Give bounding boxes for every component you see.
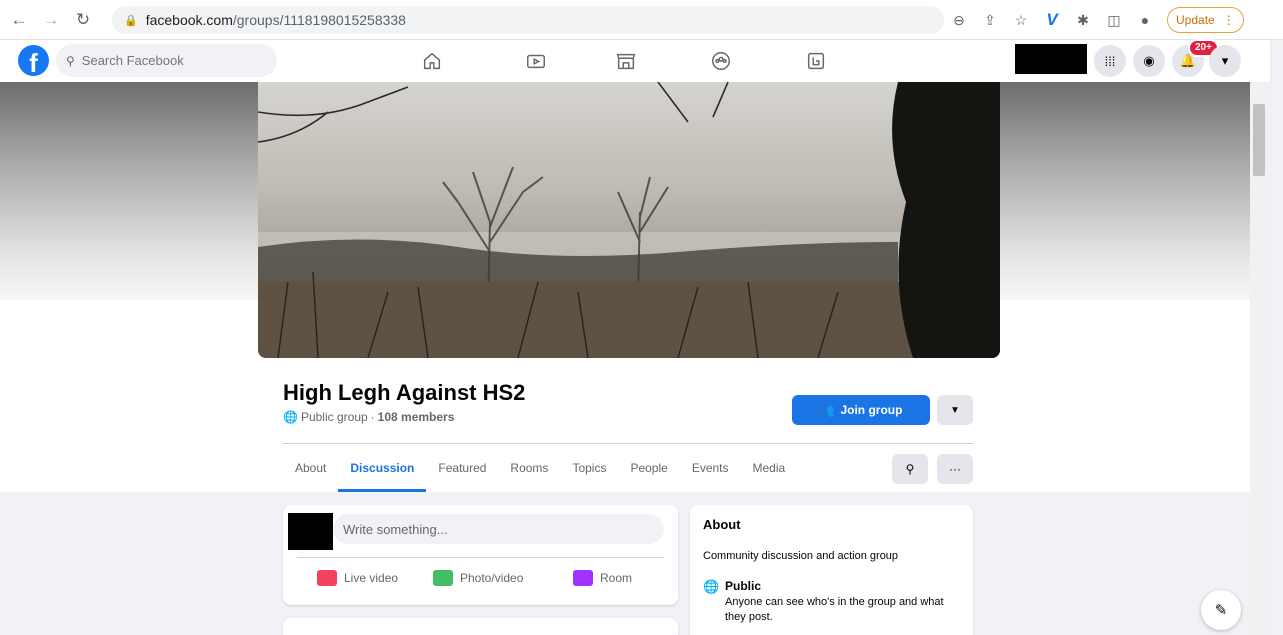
globe-icon: 🌐 (703, 579, 720, 594)
tab-events[interactable]: Events (680, 444, 741, 492)
write-something-input[interactable]: Write something... (333, 514, 664, 544)
watch-icon[interactable] (516, 40, 556, 82)
room-icon (573, 570, 593, 586)
group-privacy: Public group (300, 410, 368, 424)
photo-video-label: Photo/video (460, 571, 524, 585)
composer-divider (297, 557, 664, 558)
search-icon: ⚲ (66, 53, 75, 68)
gaming-icon[interactable] (796, 40, 836, 82)
url-path: /groups/1118198015258338 (232, 12, 406, 28)
tab-featured[interactable]: Featured (426, 444, 498, 492)
room-button[interactable]: Room (573, 570, 632, 586)
back-icon[interactable]: ← (6, 7, 32, 33)
group-search-button[interactable]: ⚲ (892, 454, 928, 484)
share-icon[interactable]: ⇪ (981, 11, 999, 29)
tab-people[interactable]: People (618, 444, 679, 492)
address-bar[interactable]: 🔒 facebook.com/groups/1118198015258338 (112, 6, 944, 34)
facebook-header: f ⚲ 9+ ⁞⁞⁞ ◉ 🔔 20+ ▾ (0, 39, 1270, 102)
groups-icon[interactable] (701, 40, 741, 82)
extensions-puzzle-icon[interactable]: ✱ (1074, 11, 1092, 29)
ellipsis-icon: ··· (949, 462, 961, 476)
scrollbar-thumb[interactable] (1253, 104, 1265, 176)
about-card: About Community discussion and action gr… (690, 505, 973, 635)
about-public-row: 🌐 Public Anyone can see who's in the gro… (703, 579, 965, 626)
photo-video-button[interactable]: Photo/video (433, 570, 523, 586)
messenger-icon[interactable]: ◉ (1133, 45, 1165, 77)
search-box[interactable]: ⚲ (56, 44, 277, 77)
tab-about[interactable]: About (283, 444, 338, 492)
reload-icon[interactable]: ↻ (70, 7, 96, 33)
user-avatar-redacted[interactable] (288, 513, 333, 550)
tab-topics[interactable]: Topics (560, 444, 618, 492)
public-title: Public (725, 579, 762, 593)
cover-photo[interactable] (258, 82, 1000, 358)
group-tabs: About Discussion Featured Rooms Topics P… (283, 444, 797, 492)
group-join-icon: 👥 (819, 403, 835, 417)
about-description: Community discussion and action group (703, 550, 899, 562)
group-name: High Legh Against HS2 (283, 380, 526, 405)
group-more-options-button[interactable]: ··· (937, 454, 973, 484)
update-button[interactable]: Update ⋮ (1167, 7, 1244, 33)
profile-icon[interactable]: ● (1136, 11, 1154, 29)
forward-icon[interactable]: → (38, 7, 64, 33)
composer-placeholder: Write something... (343, 521, 448, 537)
live-video-button[interactable]: Live video (317, 570, 398, 586)
bookmark-star-icon[interactable]: ☆ (1012, 11, 1030, 29)
marketplace-icon[interactable] (606, 40, 646, 82)
compose-icon: ✎ (1214, 602, 1228, 619)
zoom-icon[interactable]: ⊖ (950, 11, 968, 29)
meta-separator: · (370, 410, 375, 424)
photo-icon (433, 570, 453, 586)
search-input[interactable] (81, 53, 262, 68)
join-group-label: Join group (840, 403, 903, 417)
profile-name-redacted[interactable] (1015, 44, 1087, 74)
menu-grid-icon[interactable]: ⁞⁞⁞ (1094, 45, 1126, 77)
vimeo-extension-icon[interactable]: V (1043, 10, 1061, 29)
tab-rooms[interactable]: Rooms (498, 444, 560, 492)
room-label: Room (600, 571, 633, 585)
new-message-button[interactable]: ✎ (1201, 590, 1241, 630)
post-composer: Write something... Live video Photo/vide… (283, 505, 678, 605)
group-meta: 🌐 Public group · 108 members (283, 410, 454, 424)
globe-icon: 🌐 (283, 410, 298, 424)
group-members[interactable]: 108 members (378, 410, 455, 424)
page-scrollbar[interactable] (1250, 82, 1270, 635)
live-video-icon (317, 570, 337, 586)
search-icon: ⚲ (905, 462, 915, 476)
group-more-dropdown-button[interactable]: ▼ (937, 395, 973, 425)
facebook-logo-icon[interactable]: f (18, 45, 49, 76)
live-video-label: Live video (344, 571, 399, 585)
home-icon[interactable] (412, 40, 452, 82)
browser-toolbar: ← → ↻ 🔒 facebook.com/groups/111819801525… (0, 0, 1283, 40)
public-description: Anyone can see who's in the group and wh… (725, 596, 944, 624)
join-group-button[interactable]: 👥 Join group (792, 395, 930, 425)
update-label: Update (1176, 13, 1215, 27)
tab-discussion[interactable]: Discussion (338, 444, 427, 492)
featured-card (283, 618, 678, 635)
tab-media[interactable]: Media (741, 444, 798, 492)
sidepanel-icon[interactable]: ◫ (1105, 11, 1123, 29)
about-title: About (703, 517, 741, 532)
url-host: facebook.com (145, 12, 233, 28)
account-dropdown-icon[interactable]: ▾ (1209, 45, 1241, 77)
kebab-menu-icon: ⋮ (1222, 13, 1235, 27)
lock-icon: 🔒 (124, 14, 138, 27)
